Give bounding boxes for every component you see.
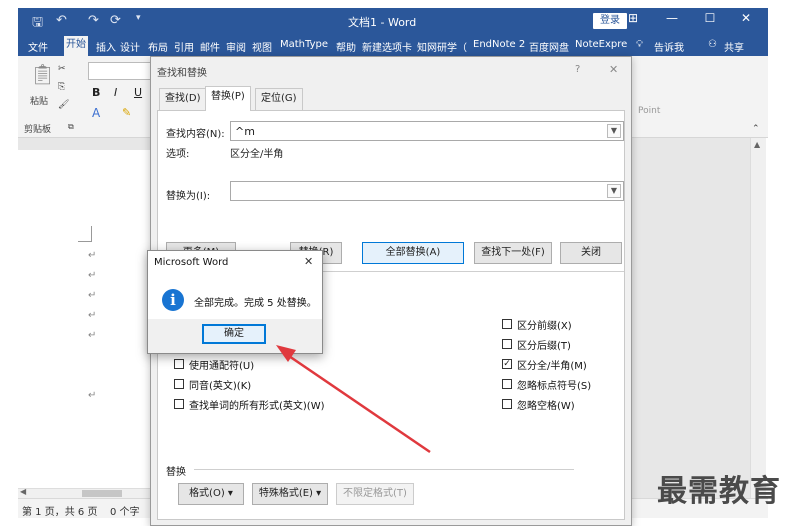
arrow-shaft [285, 352, 431, 454]
red-arrow-annotation [276, 345, 431, 454]
watermark: 最需教育 [657, 474, 781, 509]
